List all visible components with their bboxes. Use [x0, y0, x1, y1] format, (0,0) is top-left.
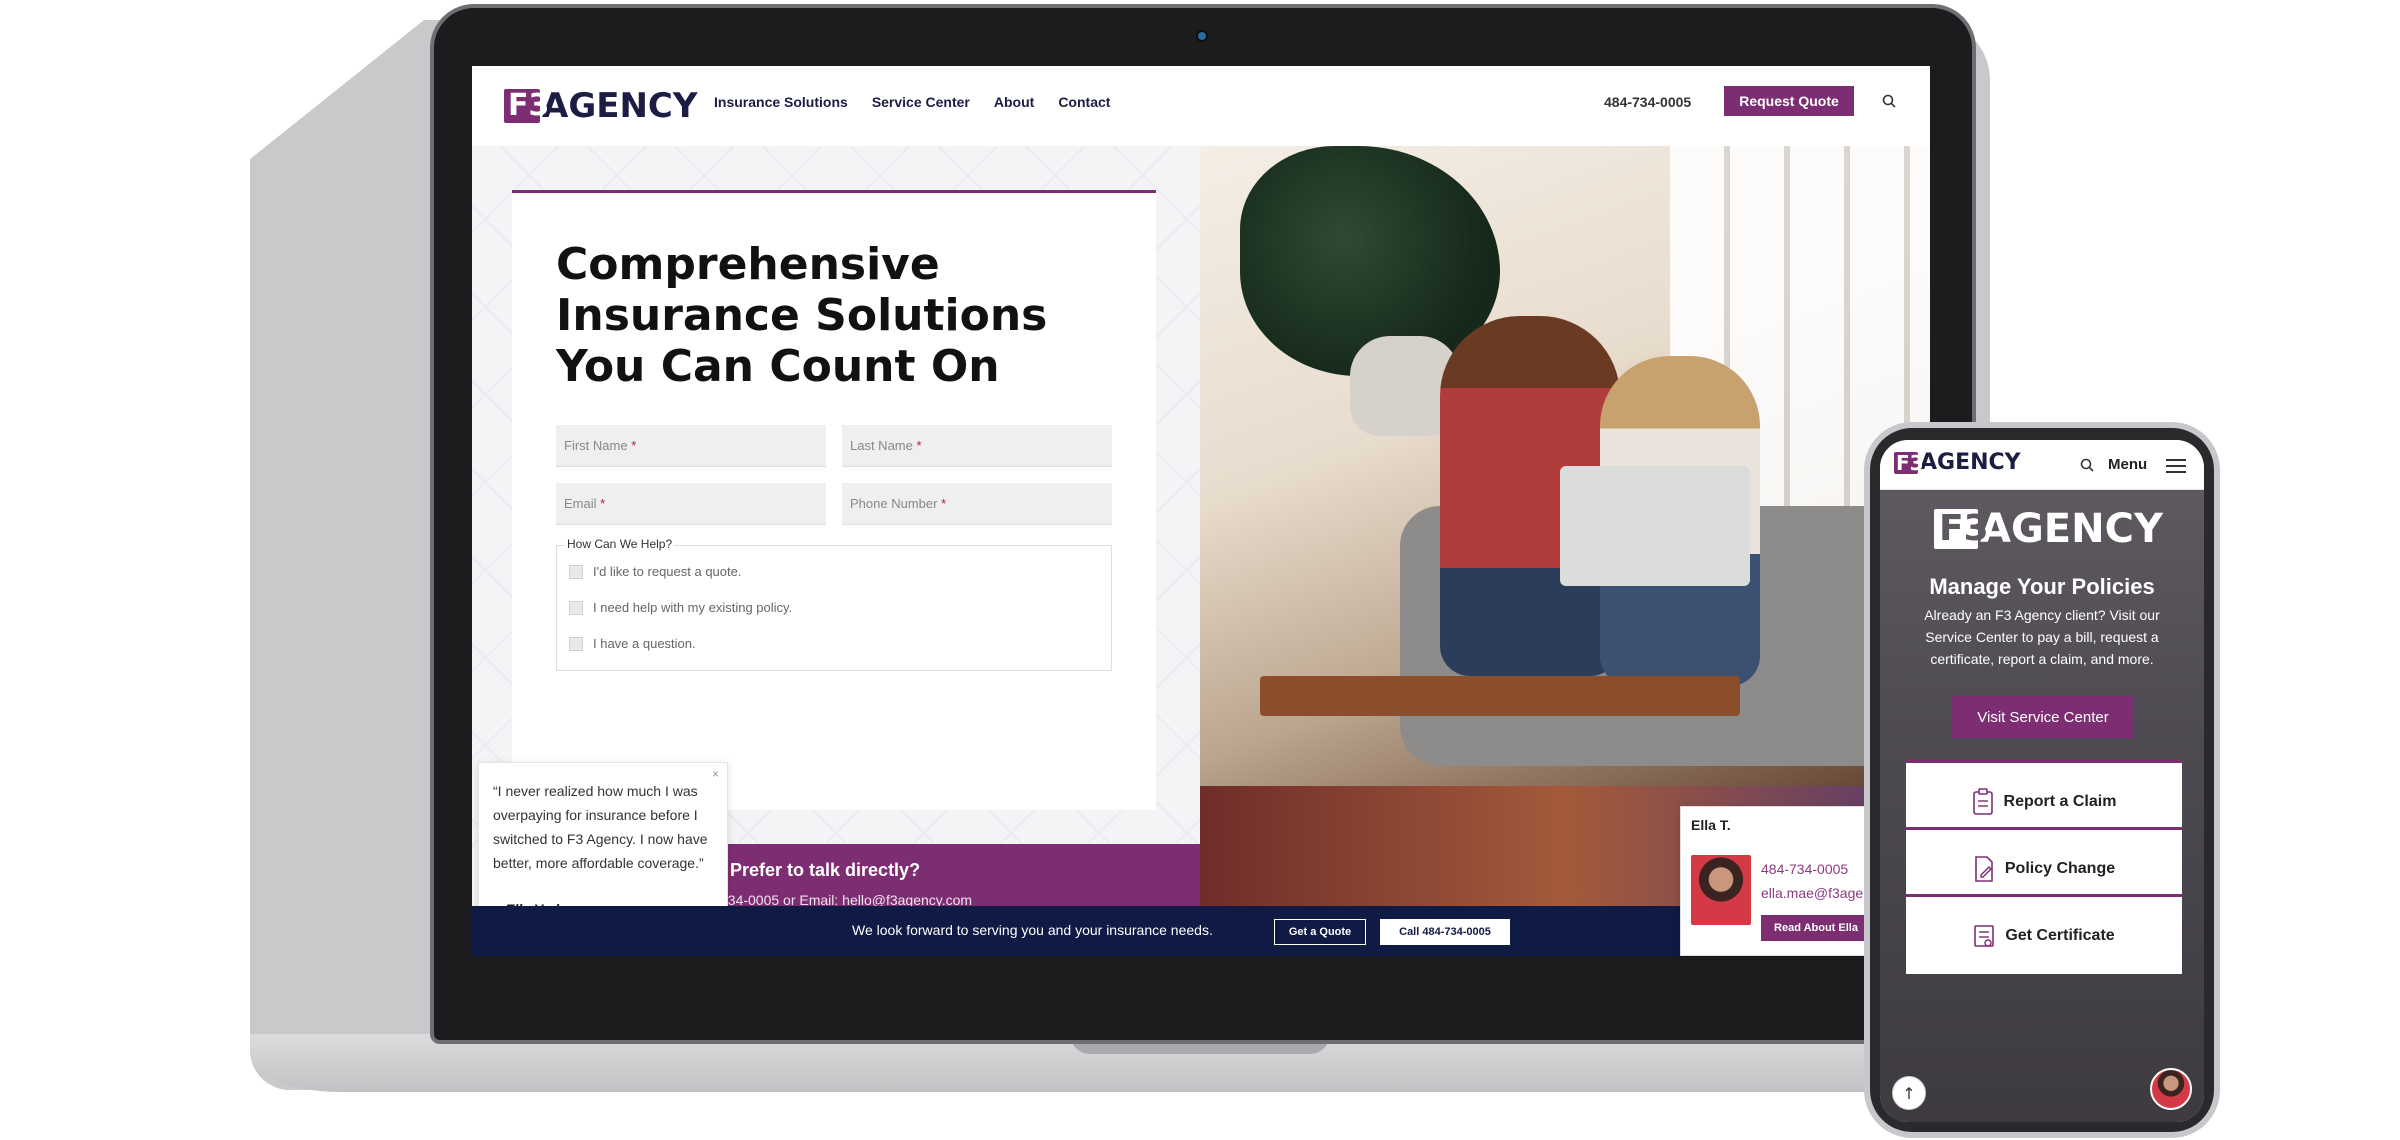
photo-table — [1260, 676, 1740, 716]
device-mockup-scene: F3 AGENCY Insurance Solutions Service Ce… — [0, 0, 2400, 1140]
hamburger-icon[interactable] — [2166, 459, 2186, 473]
hero-photo-couple — [1200, 146, 1930, 906]
mobile-hero: F3 AGENCY Manage Your Policies Already a… — [1880, 490, 2204, 1122]
read-about-agent-button[interactable]: Read About Ella — [1761, 915, 1871, 941]
option-existing-policy[interactable]: I need help with my existing policy. — [569, 600, 792, 615]
phone-field[interactable]: Phone Number * — [842, 483, 1112, 525]
nav-insurance-solutions[interactable]: Insurance Solutions — [714, 94, 848, 110]
agent-email-link[interactable]: ella.mae@f3age — [1761, 885, 1863, 901]
search-icon[interactable] — [2080, 458, 2094, 472]
help-label: How Can We Help? — [565, 537, 675, 551]
agent-chat-avatar[interactable] — [2150, 1068, 2192, 1110]
email-field[interactable]: Email * — [556, 483, 826, 525]
option-label: I'd like to request a quote. — [593, 564, 742, 579]
option-request-quote[interactable]: I'd like to request a quote. — [569, 564, 741, 579]
nav-service-center[interactable]: Service Center — [872, 94, 970, 110]
card-label: Get Certificate — [2005, 926, 2115, 944]
mobile-header: F3 AGENCY Menu — [1880, 440, 2204, 490]
help-options-group: How Can We Help? I'd like to request a q… — [556, 537, 1112, 671]
contact-direct-title: Prefer to talk directly? — [730, 860, 921, 880]
last-name-field[interactable]: Last Name * — [842, 425, 1112, 467]
hero-form-section: Comprehensive Insurance Solutions You Ca… — [472, 146, 1200, 956]
phone-screen: F3 AGENCY Menu F3 AGENCY Manage Your Pol… — [1880, 440, 2204, 1122]
logo-mark: F3 — [504, 89, 549, 123]
mobile-menu-label[interactable]: Menu — [2108, 456, 2147, 473]
required-mark: * — [631, 438, 637, 453]
quote-form-card: Comprehensive Insurance Solutions You Ca… — [512, 190, 1156, 810]
laptop-camera — [1196, 30, 1208, 42]
mobile-logo[interactable]: F3 AGENCY — [1894, 450, 2021, 475]
testimonial-text: “I never realized how much I was overpay… — [493, 783, 708, 871]
main-nav: Insurance Solutions Service Center About… — [714, 94, 1110, 110]
nav-contact[interactable]: Contact — [1058, 94, 1110, 110]
logo-mark-text: F3 — [1896, 450, 1924, 475]
logo-mark: F3 — [1934, 509, 1989, 549]
checkbox[interactable] — [569, 600, 583, 615]
option-question[interactable]: I have a question. — [569, 636, 696, 651]
scroll-to-top-button[interactable]: ↑ — [1892, 1076, 1926, 1110]
last-name-placeholder: Last Name — [850, 438, 913, 453]
mobile-hero-title: Manage Your Policies — [1929, 574, 2155, 599]
visit-service-center-button[interactable]: Visit Service Center — [1952, 696, 2134, 738]
site-header: F3 AGENCY Insurance Solutions Service Ce… — [472, 66, 1930, 146]
get-certificate-card[interactable]: Get Certificate — [1906, 894, 2182, 974]
phone-placeholder: Phone Number — [850, 496, 938, 511]
footer-cta-text: We look forward to serving you and your … — [852, 922, 1213, 938]
site-logo[interactable]: F3 AGENCY — [504, 86, 697, 126]
first-name-placeholder: First Name — [564, 438, 628, 453]
required-mark: * — [916, 438, 922, 453]
logo-mark-text: F3 — [1939, 508, 1989, 549]
logo-text: AGENCY — [1920, 450, 2021, 475]
clipboard-icon — [1972, 787, 1993, 815]
get-quote-button[interactable]: Get a Quote — [1274, 919, 1366, 945]
option-label: I have a question. — [593, 636, 696, 651]
logo-text: AGENCY — [1980, 506, 2163, 552]
logo-mark: F3 — [1894, 451, 1924, 474]
logo-mark-text: F3 — [508, 88, 550, 123]
mobile-hero-description: Already an F3 Agency client? Visit our S… — [1924, 607, 2160, 667]
search-icon[interactable] — [1882, 94, 1896, 108]
logo-text: AGENCY — [542, 86, 698, 126]
certificate-icon — [1974, 924, 1995, 947]
nav-phone-link[interactable]: 484-734-0005 — [1604, 94, 1691, 110]
photo-laptop — [1560, 466, 1750, 586]
document-edit-icon — [1975, 855, 1993, 882]
card-label: Policy Change — [2004, 859, 2116, 877]
agent-name: Ella T. — [1691, 817, 1731, 833]
checkbox[interactable] — [569, 636, 583, 651]
agent-avatar — [1691, 855, 1751, 925]
card-label: Report a Claim — [2003, 792, 2117, 810]
required-mark: * — [600, 496, 606, 511]
option-label: I need help with my existing policy. — [593, 600, 793, 615]
first-name-field[interactable]: First Name * — [556, 425, 826, 467]
checkbox[interactable] — [569, 564, 583, 579]
email-placeholder: Email — [564, 496, 597, 511]
hero-title: Comprehensive Insurance Solutions You Ca… — [556, 239, 1048, 392]
agent-phone-link[interactable]: 484-734-0005 — [1761, 861, 1848, 877]
mobile-hero-logo: F3 AGENCY — [1934, 506, 2163, 552]
nav-about[interactable]: About — [994, 94, 1034, 110]
request-quote-button[interactable]: Request Quote — [1724, 86, 1854, 116]
call-button[interactable]: Call 484-734-0005 — [1380, 919, 1510, 945]
required-mark: * — [941, 496, 947, 511]
